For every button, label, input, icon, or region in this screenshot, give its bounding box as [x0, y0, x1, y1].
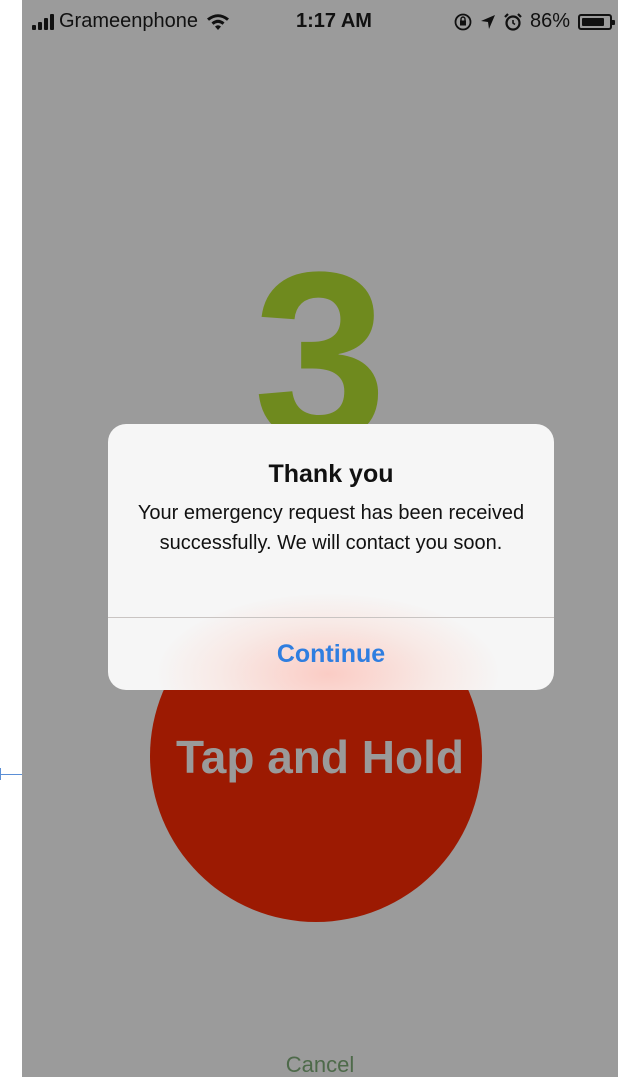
- continue-button[interactable]: Continue: [108, 618, 554, 690]
- carrier-name: Grameenphone: [59, 10, 198, 32]
- status-bar: Grameenphone 1:17 AM 86%: [22, 0, 618, 44]
- cancel-button[interactable]: Cancel: [22, 1052, 618, 1077]
- phone-screen: Grameenphone 1:17 AM 86% 3 Tap and Hold …: [22, 0, 618, 1077]
- alert-message: Your emergency request has been received…: [137, 502, 525, 554]
- battery-fill: [582, 17, 605, 26]
- wifi-icon: [206, 13, 229, 30]
- location-icon: [480, 14, 495, 29]
- status-left: Grameenphone: [32, 10, 230, 33]
- status-time: 1:17 AM: [296, 10, 372, 32]
- battery-percent: 86%: [529, 10, 570, 32]
- alert-dialog: Thank you Your emergency request has bee…: [108, 424, 554, 690]
- signal-icon: [32, 13, 54, 30]
- orientation-lock-icon: [454, 13, 472, 30]
- status-right: 86%: [454, 10, 615, 33]
- battery-icon: [578, 13, 615, 30]
- alert-title: Thank you: [268, 460, 394, 488]
- alarm-icon: [504, 12, 522, 31]
- tap-and-hold-label: Tap and Hold: [176, 731, 464, 783]
